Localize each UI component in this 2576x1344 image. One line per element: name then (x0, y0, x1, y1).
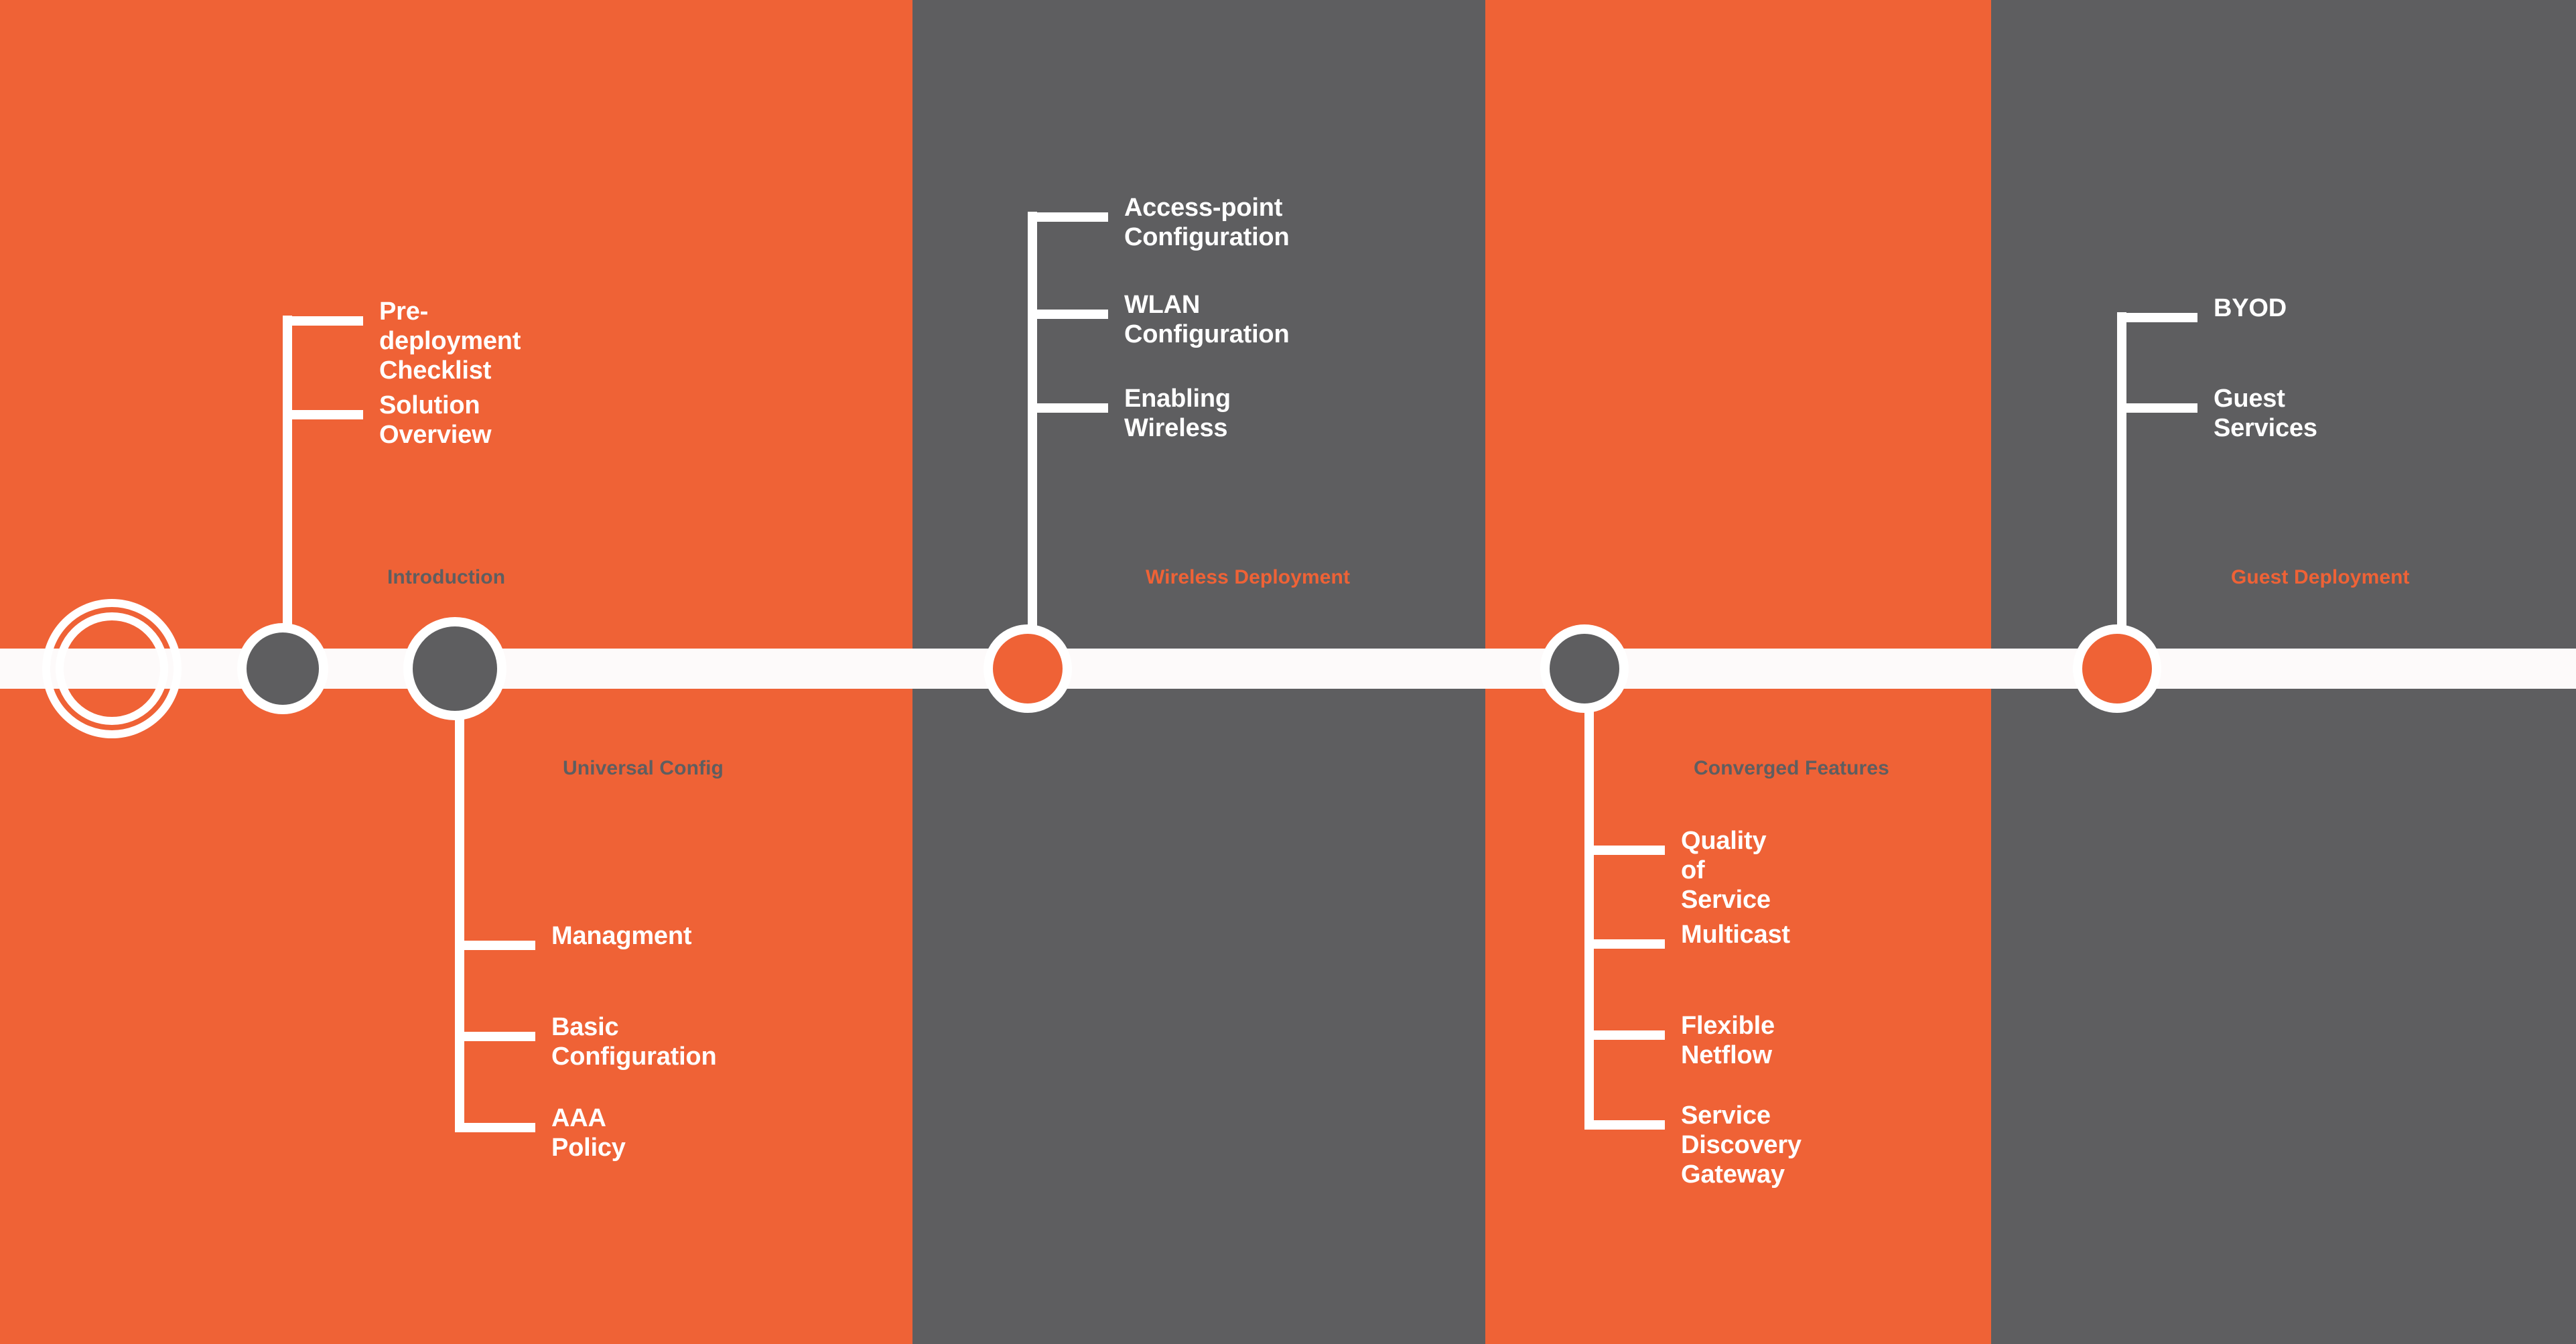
branch-item-label[interactable]: AAA Policy (551, 1103, 626, 1162)
branch-item-label[interactable]: Guest Services (2214, 384, 2317, 443)
branch-tick (1028, 403, 1108, 413)
node-guest[interactable] (2073, 624, 2161, 713)
branch-item-label[interactable]: Pre-deployment Checklist (379, 297, 521, 385)
branch-stem-wireless-deployment (1028, 212, 1037, 669)
branch-item-label[interactable]: Service Discovery Gateway (1681, 1101, 1802, 1189)
branch-stem-introduction (283, 316, 292, 669)
branch-item-label[interactable]: WLAN Configuration (1124, 290, 1290, 349)
branch-tick (1584, 1030, 1665, 1040)
stage-label-introduction[interactable]: Introduction (387, 566, 505, 589)
branch-tick (1584, 1120, 1665, 1130)
stage-label-wireless-deployment[interactable]: Wireless Deployment (1146, 566, 1350, 589)
branch-tick (2117, 403, 2197, 413)
branch-tick (283, 410, 363, 419)
branch-item-label[interactable]: Solution Overview (379, 391, 492, 450)
branch-tick (455, 1032, 535, 1041)
branch-item-label[interactable]: Enabling Wireless (1124, 384, 1231, 443)
stage-label-guest-deployment[interactable]: Guest Deployment (2231, 566, 2410, 589)
stage-label-universal-config[interactable]: Universal Config (563, 757, 724, 780)
branch-tick (1028, 212, 1108, 222)
branch-item-label[interactable]: BYOD (2214, 293, 2287, 323)
branch-item-label[interactable]: Multicast (1681, 920, 1790, 949)
branch-item-label[interactable]: Basic Configuration (551, 1012, 717, 1071)
branch-tick (1028, 310, 1108, 319)
branch-tick (2117, 313, 2197, 322)
node-universal-config[interactable] (403, 617, 506, 720)
branch-stem-universal-config (455, 669, 464, 1132)
stage-label-converged-features[interactable]: Converged Features (1694, 757, 1889, 780)
branch-tick (455, 941, 535, 950)
branch-tick (455, 1123, 535, 1132)
node-introduction[interactable] (237, 623, 328, 714)
roadmap-diagram: Pre-deployment Checklist Solution Overvie… (0, 0, 2576, 1344)
branch-item-label[interactable]: Flexible Netflow (1681, 1011, 1775, 1070)
branch-tick (1584, 939, 1665, 949)
branch-item-label[interactable]: Quality of Service (1681, 826, 1771, 915)
branch-tick (283, 316, 363, 326)
branch-stem-guest-deployment (2117, 312, 2126, 669)
branch-item-label[interactable]: Managment (551, 921, 692, 951)
branch-tick (1584, 846, 1665, 855)
branch-stem-converged-features (1584, 669, 1594, 1130)
start-marker-inner-ring (56, 612, 168, 725)
node-wireless[interactable] (984, 624, 1072, 713)
branch-item-label[interactable]: Access-point Configuration (1124, 193, 1290, 252)
timeline-axis-bar (0, 649, 2576, 689)
node-converged[interactable] (1540, 624, 1629, 713)
